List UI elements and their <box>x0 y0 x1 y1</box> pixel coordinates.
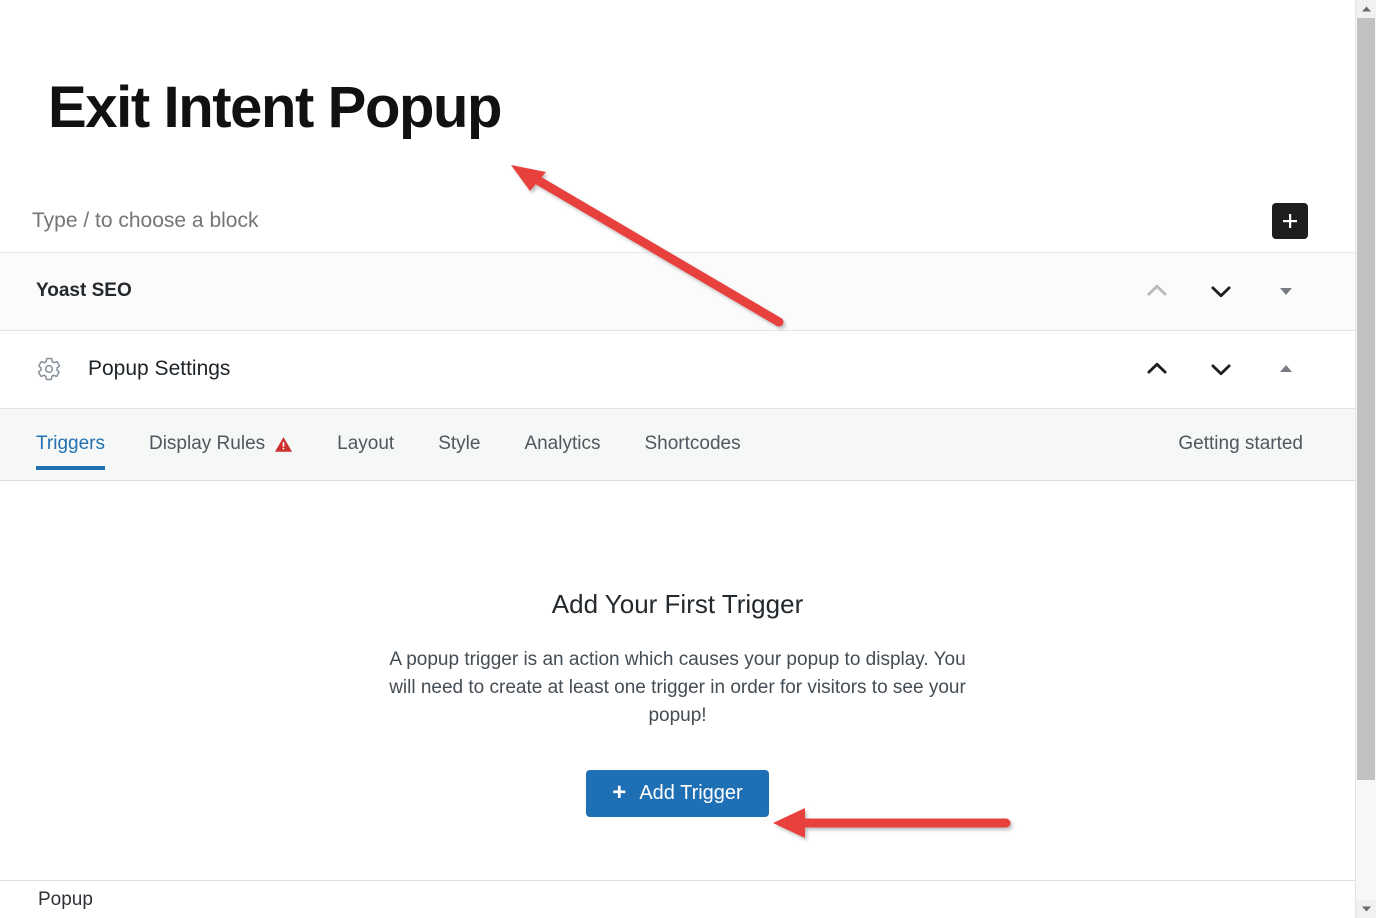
gear-icon <box>36 356 62 382</box>
add-trigger-button[interactable]: + Add Trigger <box>586 770 769 818</box>
empty-state-description: A popup trigger is an action which cause… <box>389 648 966 727</box>
scroll-up-arrow-icon[interactable] <box>1356 0 1376 18</box>
tab-label: Shortcodes <box>644 433 741 455</box>
vertical-scroll-thumb[interactable] <box>1357 18 1375 780</box>
metabox-title-group: Yoast SEO <box>36 280 132 302</box>
metabox-yoast-seo[interactable]: Yoast SEO <box>0 252 1355 331</box>
triggers-empty-state: Add Your First Trigger A popup trigger i… <box>0 481 1355 818</box>
scrollbar-track[interactable] <box>1356 18 1376 900</box>
add-block-button[interactable] <box>1272 203 1308 240</box>
getting-started-link[interactable]: Getting started <box>1178 409 1319 480</box>
move-up-icon[interactable] <box>1125 347 1189 391</box>
toggle-panel-icon[interactable] <box>1253 269 1319 313</box>
breadcrumb-item-popup[interactable]: Popup <box>38 889 93 911</box>
metabox-title-popup-settings: Popup Settings <box>88 357 231 381</box>
metabox-controls-yoast-seo <box>1125 269 1319 313</box>
tab-label: Triggers <box>36 433 105 455</box>
tab-display-rules[interactable]: Display Rules <box>127 409 315 480</box>
plus-icon: + <box>612 778 627 806</box>
move-down-icon[interactable] <box>1189 269 1253 313</box>
metabox-controls-popup-settings <box>1125 347 1319 391</box>
page-title[interactable]: Exit Intent Popup <box>48 77 1307 139</box>
block-appender-input[interactable]: Type / to choose a block <box>32 209 258 233</box>
tab-shortcodes[interactable]: Shortcodes <box>622 409 762 480</box>
metabox-title-yoast-seo: Yoast SEO <box>36 280 132 302</box>
tab-label: Style <box>438 433 481 455</box>
tab-style[interactable]: Style <box>416 409 502 480</box>
tab-list: Triggers Display Rules Layout Style Anal… <box>36 409 763 480</box>
tab-label: Analytics <box>524 433 601 455</box>
getting-started-label: Getting started <box>1178 433 1303 455</box>
empty-state-heading: Add Your First Trigger <box>551 588 804 619</box>
toggle-panel-icon[interactable] <box>1253 347 1319 391</box>
metabox-title-group: Popup Settings <box>36 356 230 382</box>
vertical-scrollbar[interactable] <box>1355 0 1376 918</box>
breadcrumb: Popup <box>0 880 1355 918</box>
metabox-popup-settings[interactable]: Popup Settings <box>0 330 1355 409</box>
settings-tab-bar: Triggers Display Rules Layout Style Anal… <box>0 408 1355 481</box>
tab-label: Layout <box>337 433 395 455</box>
empty-state-action: + Add Trigger <box>0 770 1355 818</box>
warning-triangle-icon <box>274 435 293 454</box>
scroll-down-arrow-icon[interactable] <box>1356 900 1376 918</box>
tab-layout[interactable]: Layout <box>315 409 416 480</box>
tab-analytics[interactable]: Analytics <box>502 409 622 480</box>
move-up-icon[interactable] <box>1125 269 1189 313</box>
add-trigger-label: Add Trigger <box>639 782 743 805</box>
editor-canvas: Exit Intent Popup Type / to choose a blo… <box>0 0 1355 918</box>
block-appender-row: Type / to choose a block <box>0 191 1355 253</box>
tab-label: Display Rules <box>148 433 266 455</box>
plus-icon <box>1280 211 1300 231</box>
post-title-area: Exit Intent Popup <box>0 0 1355 139</box>
tab-triggers[interactable]: Triggers <box>36 409 127 480</box>
move-down-icon[interactable] <box>1189 347 1253 391</box>
